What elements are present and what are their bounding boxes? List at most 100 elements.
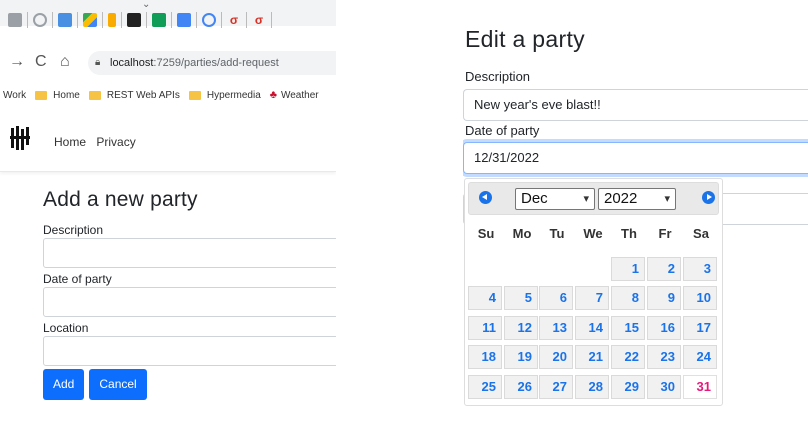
- calendar-day[interactable]: 2: [647, 257, 681, 281]
- pinned-tab-icon[interactable]: [177, 13, 191, 27]
- weekday-label: Mo: [512, 226, 532, 241]
- bookmark-label: Work: [3, 89, 27, 101]
- weekday-label: Tu: [549, 226, 565, 241]
- pinned-tab-icon[interactable]: [83, 13, 97, 27]
- calendar-day[interactable]: 12: [504, 316, 538, 340]
- bookmark-work[interactable]: Work: [3, 90, 26, 101]
- location-label: Location: [43, 321, 89, 335]
- bookmark-label: REST Web APIs: [106, 89, 180, 101]
- bookmark-home[interactable]: Home: [35, 90, 80, 101]
- bookmark-rest-web-apis[interactable]: REST Web APIs: [88, 89, 180, 101]
- site-navbar: Home Privacy: [0, 118, 336, 172]
- description-input[interactable]: [43, 238, 336, 268]
- calendar-day[interactable]: 21: [575, 345, 609, 369]
- calendar-day[interactable]: 23: [647, 345, 681, 369]
- browser-screenshot: ⌄ σ σ → C ⌂ 🔒︎ localhost:7259/parties/ad…: [0, 0, 336, 432]
- date-input[interactable]: 12/31/2022: [463, 142, 808, 174]
- nav-home-link[interactable]: Home: [54, 135, 86, 149]
- pinned-tab-icon[interactable]: [108, 13, 116, 27]
- calendar-day[interactable]: 16: [647, 316, 681, 340]
- pinned-tab-icon[interactable]: σ: [227, 13, 241, 27]
- chevron-down-icon: ▾: [583, 193, 589, 205]
- back-arrow-icon[interactable]: →: [9, 54, 25, 70]
- tab-separator: [146, 12, 147, 28]
- calendar-day[interactable]: 8: [611, 286, 645, 310]
- pinned-tab-icon[interactable]: [58, 13, 72, 27]
- month-value: Dec: [521, 190, 548, 207]
- datepicker-header: Dec ▾ 2022 ▾: [468, 182, 719, 215]
- nav-privacy-link[interactable]: Privacy: [96, 135, 135, 149]
- calendar-day[interactable]: 10: [683, 286, 717, 310]
- calendar-day[interactable]: 26: [504, 375, 538, 399]
- calendar-day[interactable]: 30: [647, 375, 681, 399]
- calendar-day[interactable]: 15: [611, 316, 645, 340]
- bookmark-label: Hypermedia: [206, 89, 261, 101]
- tab-separator: [52, 12, 53, 28]
- weekday-label: Th: [621, 226, 637, 241]
- calendar-day[interactable]: 17: [683, 316, 717, 340]
- tab-separator: [246, 12, 247, 28]
- bookmark-weather[interactable]: ♣ Weather: [270, 89, 319, 101]
- add-form-title: Add a new party: [43, 188, 198, 211]
- tab-separator: [196, 12, 197, 28]
- next-month-icon[interactable]: [702, 191, 715, 204]
- url-host: localhost: [110, 57, 154, 69]
- prev-month-icon[interactable]: [479, 191, 492, 204]
- calendar-day[interactable]: 9: [647, 286, 681, 310]
- calendar-day[interactable]: 6: [539, 286, 573, 310]
- pinned-tab-icon[interactable]: [152, 13, 166, 27]
- year-select[interactable]: 2022 ▾: [598, 188, 676, 210]
- home-icon[interactable]: ⌂: [60, 54, 70, 70]
- reload-icon[interactable]: C: [35, 54, 47, 70]
- description-label: Description: [465, 69, 531, 84]
- calendar-day[interactable]: 28: [575, 375, 609, 399]
- weekday-label: Su: [477, 226, 495, 241]
- calendar-day[interactable]: 11: [468, 316, 502, 340]
- bookmarks-bar: Work Home REST Web APIs Hypermedia ♣ Weat…: [0, 83, 336, 107]
- calendar-day[interactable]: 4: [468, 286, 502, 310]
- description-label: Description: [43, 223, 104, 237]
- description-input[interactable]: New year's eve blast!!: [463, 89, 808, 121]
- calendar-day[interactable]: 29: [611, 375, 645, 399]
- lock-icon: 🔒︎: [95, 57, 101, 68]
- selected-day[interactable]: 31: [683, 375, 717, 399]
- calendar-day[interactable]: 14: [575, 316, 609, 340]
- calendar-day[interactable]: 27: [539, 375, 573, 399]
- calendar-day[interactable]: 24: [683, 345, 717, 369]
- address-row: → C ⌂ 🔒︎ localhost:7259/parties/add-requ…: [0, 50, 336, 78]
- pinned-tab-icon[interactable]: [8, 13, 22, 27]
- url-path: :7259/parties/add-request: [153, 57, 279, 69]
- cancel-button[interactable]: Cancel: [89, 369, 147, 400]
- add-button[interactable]: Add: [43, 369, 85, 400]
- month-select[interactable]: Dec ▾: [515, 188, 595, 210]
- calendar-day[interactable]: 13: [539, 316, 573, 340]
- tab-separator: [221, 12, 222, 28]
- calendar-day[interactable]: 3: [683, 257, 717, 281]
- pinned-tab-icon[interactable]: [33, 13, 47, 27]
- calendar-day[interactable]: 20: [539, 345, 573, 369]
- date-input[interactable]: [43, 287, 336, 317]
- date-label: Date of party: [43, 272, 112, 286]
- calendar-day[interactable]: 19: [504, 345, 538, 369]
- add-party-form: Add a new party Description Date of part…: [43, 188, 336, 400]
- calendar-day[interactable]: 25: [468, 375, 502, 399]
- tab-separator: [77, 12, 78, 28]
- folder-icon: [35, 90, 48, 100]
- calendar-day[interactable]: 22: [611, 345, 645, 369]
- weekday-label: We: [583, 226, 603, 241]
- pinned-tab-icon[interactable]: σ: [252, 13, 266, 27]
- address-bar[interactable]: 🔒︎ localhost:7259/parties/add-request: [88, 51, 336, 75]
- calendar-day[interactable]: 1: [611, 257, 645, 281]
- tab-separator: [27, 12, 28, 28]
- calendar-day[interactable]: 5: [504, 286, 538, 310]
- location-input[interactable]: [43, 336, 336, 366]
- chevron-down-icon: ▾: [664, 193, 670, 205]
- calendar-day[interactable]: 7: [575, 286, 609, 310]
- calendar-day[interactable]: 18: [468, 345, 502, 369]
- pinned-tab-icon[interactable]: [202, 13, 216, 27]
- tab-strip: ⌄ σ σ: [0, 0, 336, 28]
- bookmark-hypermedia[interactable]: Hypermedia: [188, 89, 261, 101]
- datepicker: Dec ▾ 2022 ▾ Su Mo Tu We Th Fr Sa 1 2 3 4 5 6 7 8 9 10 1…: [464, 178, 723, 406]
- pinned-tab-icon[interactable]: [127, 13, 141, 27]
- site-logo-icon[interactable]: [10, 126, 32, 152]
